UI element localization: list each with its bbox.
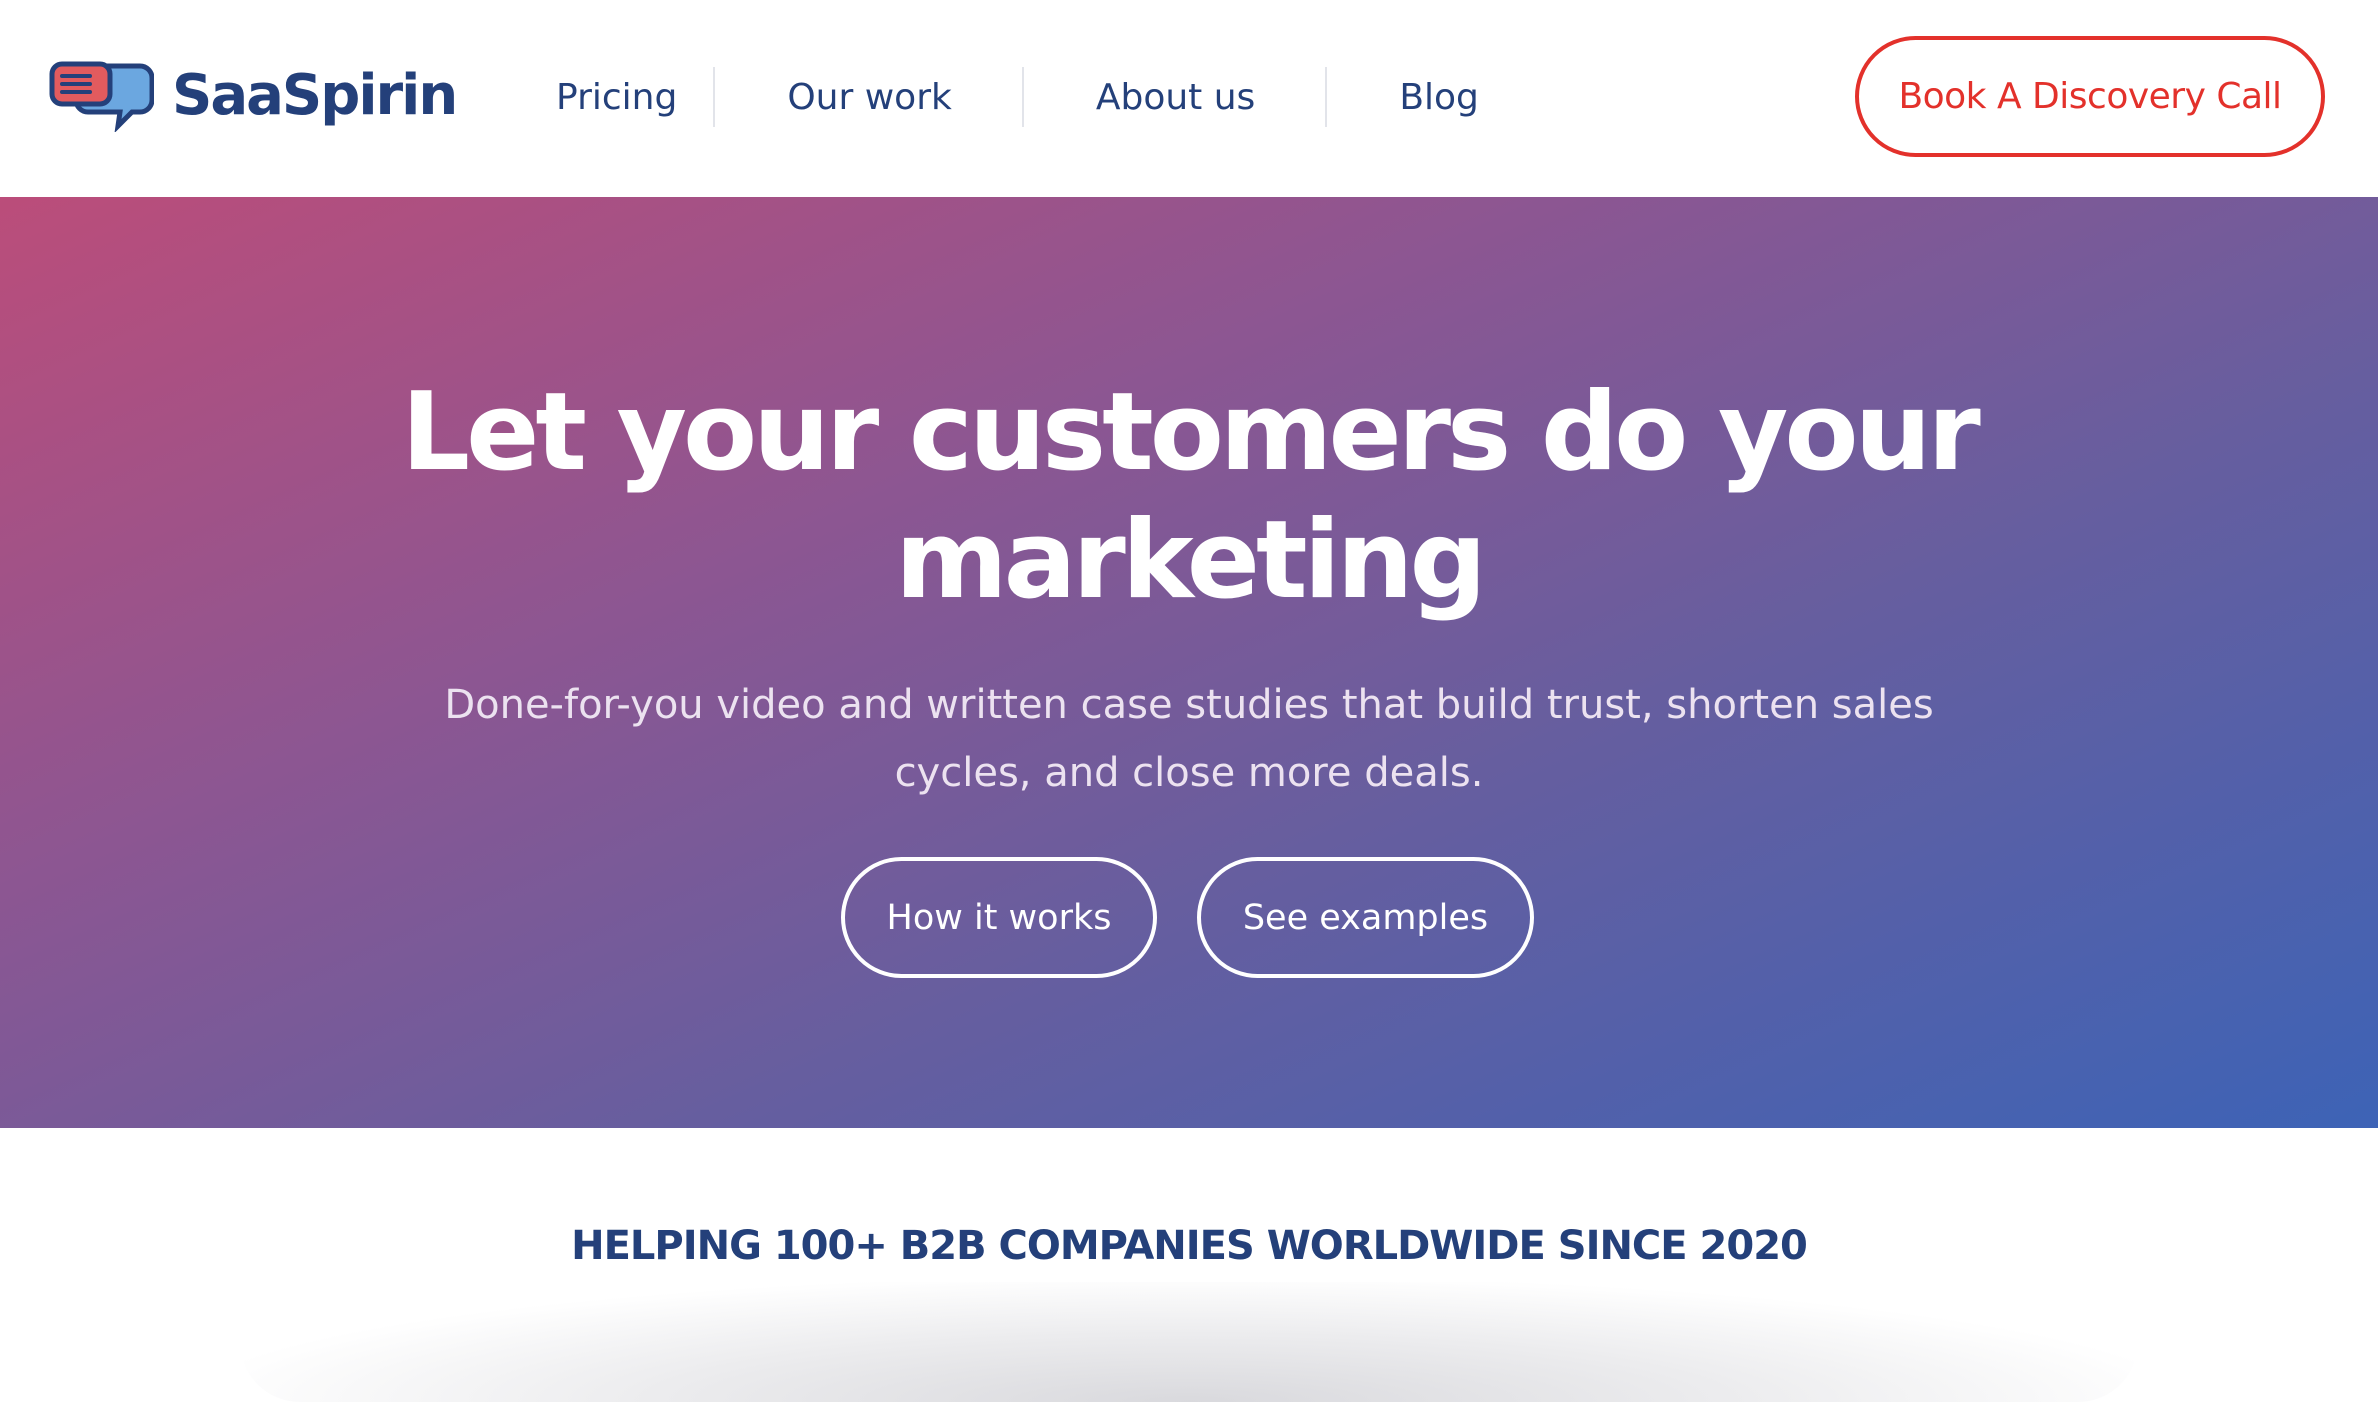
hero-subtitle: Done-for-you video and written case stud… [444, 682, 1934, 796]
hero-title: Let your customers do your marketing [0, 369, 2378, 625]
nav-item-blog[interactable]: Blog [1327, 77, 1479, 118]
trust-headline: HELPING 100+ B2B COMPANIES WORLDWIDE SIN… [571, 1223, 1808, 1269]
brand-name: SaaSpirin [172, 63, 458, 128]
speech-bubbles-icon [49, 61, 154, 132]
brand-logo[interactable]: SaaSpirin [48, 56, 458, 136]
hero-title-line-2: marketing [895, 498, 1487, 623]
hero-title-line-1: Let your customers do your [401, 370, 1980, 495]
logo-strip-card [240, 1282, 2138, 1402]
nav-item-pricing[interactable]: Pricing [516, 77, 713, 118]
how-it-works-button[interactable]: How it works [841, 857, 1157, 978]
main-nav: Pricing Our work About us Blog [516, 66, 1479, 128]
nav-item-our-work[interactable]: Our work [715, 77, 1022, 118]
see-examples-button[interactable]: See examples [1197, 857, 1534, 978]
site-header: SaaSpirin Pricing Our work About us Blog… [0, 0, 2378, 197]
book-discovery-call-button[interactable]: Book A Discovery Call [1855, 36, 2325, 157]
hero-section: Let your customers do your marketing Don… [0, 197, 2378, 1128]
nav-item-about-us[interactable]: About us [1024, 77, 1325, 118]
